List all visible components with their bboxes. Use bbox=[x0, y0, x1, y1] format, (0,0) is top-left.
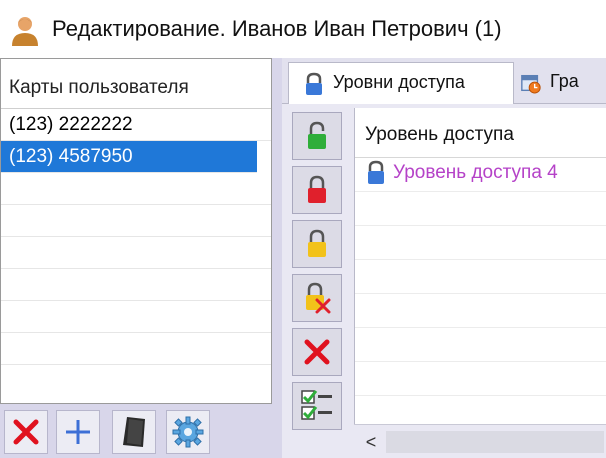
calendar-clock-icon bbox=[521, 74, 541, 94]
panel-splitter[interactable] bbox=[272, 58, 282, 458]
tab-schedule[interactable]: Гра bbox=[514, 62, 606, 104]
padlock-icon bbox=[306, 72, 322, 95]
access-list-empty-row bbox=[355, 192, 606, 226]
user-cards-panel: Карты пользователя (123) 2222222 (123) 4… bbox=[0, 58, 272, 404]
user-icon bbox=[12, 17, 38, 46]
plus-icon bbox=[66, 420, 90, 444]
card-list-item-selected[interactable]: (123) 4587950 bbox=[1, 141, 257, 173]
tab-schedule-label: Гра bbox=[550, 71, 579, 91]
card-reader-button[interactable] bbox=[112, 410, 156, 454]
access-panel: Уровни доступа Гра Уровень доступа Урове… bbox=[282, 58, 606, 458]
add-card-button[interactable] bbox=[56, 410, 100, 454]
remove-level-button[interactable] bbox=[292, 274, 342, 322]
access-levels-list: Уровень доступа Уровень доступа 4 bbox=[354, 108, 606, 424]
card-list-empty-row bbox=[1, 205, 271, 237]
red-x-icon bbox=[304, 339, 330, 365]
card-list-empty-row bbox=[1, 333, 271, 365]
yellow-padlock-icon bbox=[308, 229, 326, 257]
access-level-row[interactable]: Уровень доступа 4 bbox=[355, 158, 606, 192]
card-settings-button[interactable] bbox=[166, 410, 210, 454]
card-list-empty-row bbox=[1, 173, 271, 205]
red-x-icon bbox=[13, 419, 39, 445]
card-list-empty-row bbox=[1, 237, 271, 269]
delete-button[interactable] bbox=[292, 328, 342, 376]
access-actions-column bbox=[286, 108, 348, 458]
card-list-item[interactable]: (123) 2222222 bbox=[1, 109, 271, 141]
window-title-bar: Редактирование. Иванов Иван Петрович (1) bbox=[0, 0, 606, 58]
window-title: Редактирование. Иванов Иван Петрович (1) bbox=[52, 16, 502, 41]
card-list-empty-row bbox=[1, 301, 271, 333]
access-list-header[interactable]: Уровень доступа bbox=[355, 108, 606, 158]
access-list-empty-row bbox=[355, 260, 606, 294]
gear-icon bbox=[172, 416, 204, 448]
cards-panel-header: Карты пользователя bbox=[1, 59, 271, 109]
checklist-button[interactable] bbox=[292, 382, 342, 430]
access-list-empty-row bbox=[355, 294, 606, 328]
access-level-label: Уровень доступа 4 bbox=[393, 162, 558, 183]
access-list-empty-row bbox=[355, 226, 606, 260]
grant-access-button[interactable] bbox=[292, 112, 342, 160]
tab-access-levels-label: Уровни доступа bbox=[333, 72, 465, 92]
scrollbar-track[interactable] bbox=[386, 431, 604, 453]
card-reader-icon bbox=[123, 417, 145, 447]
checklist-icon bbox=[301, 390, 332, 420]
partial-access-button[interactable] bbox=[292, 220, 342, 268]
horizontal-scrollbar[interactable]: < bbox=[354, 424, 606, 458]
access-list-empty-row bbox=[355, 362, 606, 396]
red-locked-padlock-icon bbox=[308, 175, 326, 203]
yellow-padlock-x-icon bbox=[306, 282, 331, 314]
scroll-left-button[interactable]: < bbox=[358, 429, 384, 455]
tab-access-levels[interactable]: Уровни доступа bbox=[288, 62, 514, 104]
card-list-empty-row bbox=[1, 269, 271, 301]
tab-strip: Уровни доступа Гра bbox=[282, 58, 606, 104]
padlock-icon bbox=[368, 160, 384, 184]
delete-card-button[interactable] bbox=[4, 410, 48, 454]
access-list-empty-row bbox=[355, 328, 606, 362]
cards-toolbar bbox=[0, 404, 272, 458]
green-unlocked-padlock-icon bbox=[308, 121, 326, 149]
deny-access-button[interactable] bbox=[292, 166, 342, 214]
title-bar-top-edge bbox=[0, 0, 606, 8]
